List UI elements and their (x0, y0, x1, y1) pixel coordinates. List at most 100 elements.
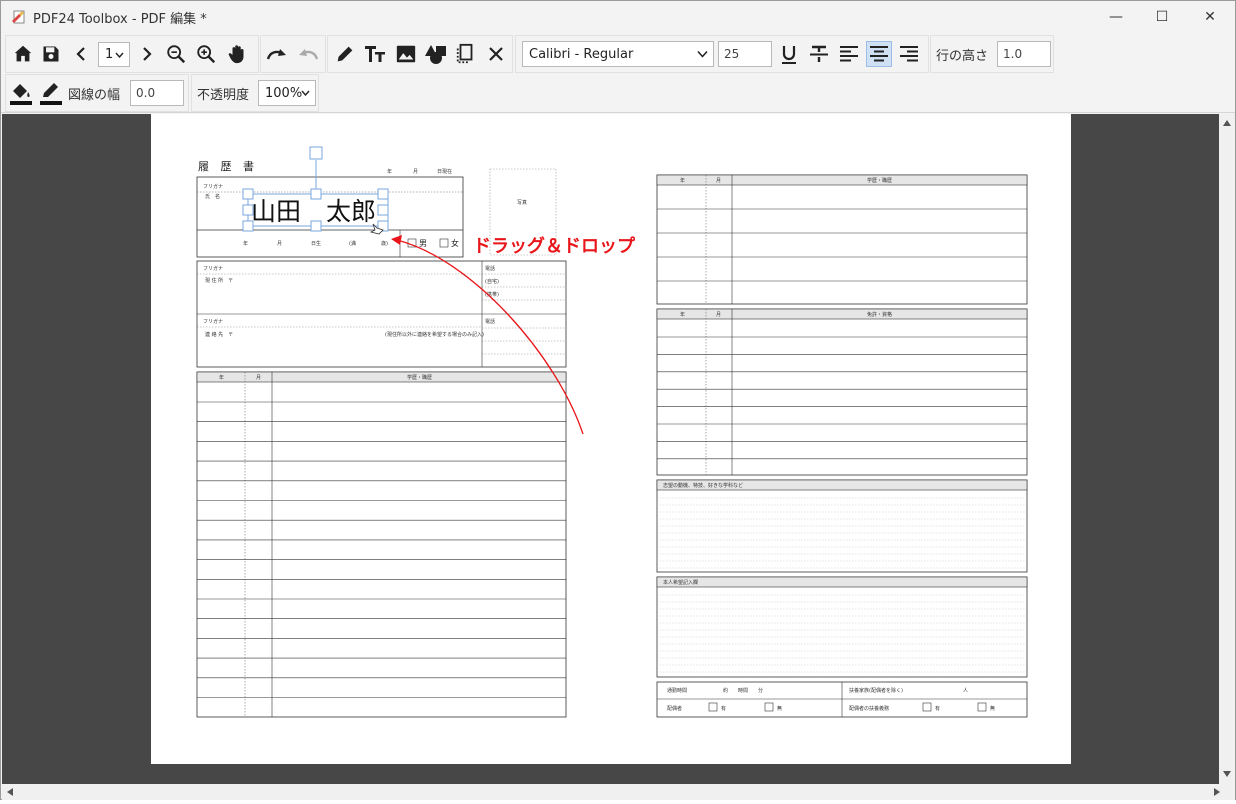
resize-handle-mr[interactable] (377, 204, 389, 216)
vertical-scrollbar[interactable] (1219, 114, 1235, 784)
align-center-icon[interactable] (866, 41, 892, 67)
resize-handle-tr[interactable] (377, 188, 389, 200)
contact-phone-label: 電話 (485, 318, 495, 325)
line-height-input[interactable]: 1.0 (997, 41, 1051, 67)
history-rows-left (197, 401, 566, 698)
zoom-out-icon[interactable] (163, 41, 189, 67)
fill-color-icon[interactable] (8, 80, 34, 106)
stroke-color-icon[interactable] (38, 80, 64, 106)
font-group: Calibri - Regular 25 (515, 35, 929, 73)
date-month: 月 (413, 169, 418, 175)
contact-label: 連 絡 先 〒 (205, 331, 233, 338)
spouse-label: 配偶者 (667, 705, 682, 712)
date-day: 日現在 (437, 168, 452, 175)
tools-group (327, 35, 513, 73)
stroke-group: 図線の幅 0.0 (5, 74, 189, 112)
app-logo-icon (12, 10, 25, 24)
rotate-handle[interactable] (309, 146, 323, 160)
align-left-icon[interactable] (836, 41, 862, 67)
male-label: 男 (419, 239, 427, 248)
opacity-label: 不透明度 (197, 88, 250, 103)
history-right-content-header: 学歴・職歴 (867, 177, 892, 184)
save-icon[interactable] (38, 41, 64, 67)
spouse-no-checkbox[interactable] (764, 702, 774, 712)
female-checkbox[interactable] (439, 238, 449, 248)
motivation-label: 志望の動機、特技、好きな学科など (663, 482, 743, 489)
dependents-label: 扶養家族(配偶者を除く) (849, 687, 903, 694)
history-group (260, 35, 326, 73)
title-bar: PDF24 Toolbox - PDF 編集 * — ☐ ✕ (1, 1, 1235, 33)
scroll-down-icon[interactable] (1223, 771, 1231, 777)
align-right-icon[interactable] (896, 41, 922, 67)
line-height-group: 行の高さ 1.0 (930, 35, 1054, 73)
redo-icon[interactable] (264, 41, 290, 67)
history-month-header: 月 (256, 375, 261, 381)
page-select[interactable]: 1 (98, 42, 130, 67)
photo-label: 写真 (517, 199, 527, 206)
pdf-page[interactable]: 履 歴 書 年 月 日現在 フリガナ 氏 名 年 月 日生 (満 歳) 男 女 (151, 114, 1071, 764)
age-close: 歳) (381, 240, 388, 247)
line-width-input[interactable]: 0.0 (130, 80, 184, 106)
hand-icon[interactable] (225, 41, 251, 67)
spouse-yes-checkbox[interactable] (708, 702, 718, 712)
address-furigana: フリガナ (203, 265, 223, 272)
contact-note: (現住所以外に連絡を希望する場合のみ記入) (385, 331, 484, 338)
home-icon[interactable] (10, 41, 36, 67)
close-window-button[interactable]: ✕ (1187, 1, 1233, 33)
license-content-header: 免許・資格 (867, 311, 892, 318)
history-rows-right (657, 208, 1027, 282)
font-family-select[interactable]: Calibri - Regular (522, 41, 714, 67)
female-label: 女 (451, 238, 459, 248)
minimize-button[interactable]: — (1093, 1, 1139, 33)
strikethrough-icon[interactable] (806, 41, 832, 67)
prev-page-icon[interactable] (68, 41, 94, 67)
undo-icon[interactable] (295, 41, 321, 67)
furigana-label: フリガナ (203, 183, 223, 190)
wish-label: 本人希望記入欄 (663, 579, 698, 586)
next-page-icon[interactable] (134, 41, 160, 67)
obligation-no-label: 無 (990, 705, 995, 712)
obligation-no-checkbox[interactable] (977, 702, 987, 712)
pen-icon[interactable] (332, 41, 358, 67)
maximize-button[interactable]: ☐ (1139, 1, 1185, 33)
dependents-unit: 人 (963, 688, 968, 694)
history-content-header: 学歴・職歴 (407, 374, 432, 381)
select-icon[interactable] (453, 41, 479, 67)
history-table-right (656, 174, 1028, 305)
app-window: PDF24 Toolbox - PDF 編集 * — ☐ ✕ 1 Calibri… (0, 0, 1236, 800)
birth-day: 日生 (311, 240, 321, 247)
zoom-in-icon[interactable] (193, 41, 219, 67)
history-table-left (196, 371, 567, 718)
horizontal-scrollbar[interactable] (2, 784, 1235, 800)
font-size-input[interactable]: 25 (718, 41, 772, 67)
document-canvas[interactable]: 履 歴 書 年 月 日現在 フリガナ 氏 名 年 月 日生 (満 歳) 男 女 (2, 114, 1219, 784)
scroll-right-icon[interactable] (1214, 788, 1220, 796)
underline-icon[interactable] (776, 41, 802, 67)
obligation-yes-checkbox[interactable] (922, 702, 932, 712)
spouse-no-label: 無 (777, 705, 782, 712)
license-table (656, 308, 1028, 476)
image-icon[interactable] (393, 41, 419, 67)
shapes-icon[interactable] (423, 41, 449, 67)
scroll-up-icon[interactable] (1223, 120, 1231, 126)
delete-icon[interactable] (483, 41, 509, 67)
birth-month: 月 (277, 241, 282, 247)
name-value: 山田 太郎 (251, 197, 376, 226)
scroll-left-icon[interactable] (7, 788, 13, 796)
opacity-select[interactable]: 100% (258, 80, 316, 106)
spouse-obligation-label: 配偶者の扶養義務 (849, 705, 889, 712)
history-right-year-header: 年 (680, 177, 685, 184)
resume-heading: 履 歴 書 (198, 159, 258, 173)
name-label: 氏 名 (205, 193, 220, 200)
date-year: 年 (387, 168, 392, 175)
license-rows (657, 336, 1027, 460)
opacity-group: 不透明度 100% (191, 74, 319, 112)
text-icon[interactable] (362, 41, 388, 67)
home-phone-label: (自宅) (485, 278, 499, 285)
birth-year: 年 (243, 240, 248, 247)
spouse-yes-label: 有 (721, 705, 726, 712)
toolbar: 1 Calibri - Regular 25 行の高さ 1.0 図線の幅 0.0… (1, 33, 1235, 113)
license-year-header: 年 (680, 311, 685, 318)
nav-group: 1 (5, 35, 259, 73)
name-text-object[interactable]: 山田 太郎 (242, 146, 389, 235)
